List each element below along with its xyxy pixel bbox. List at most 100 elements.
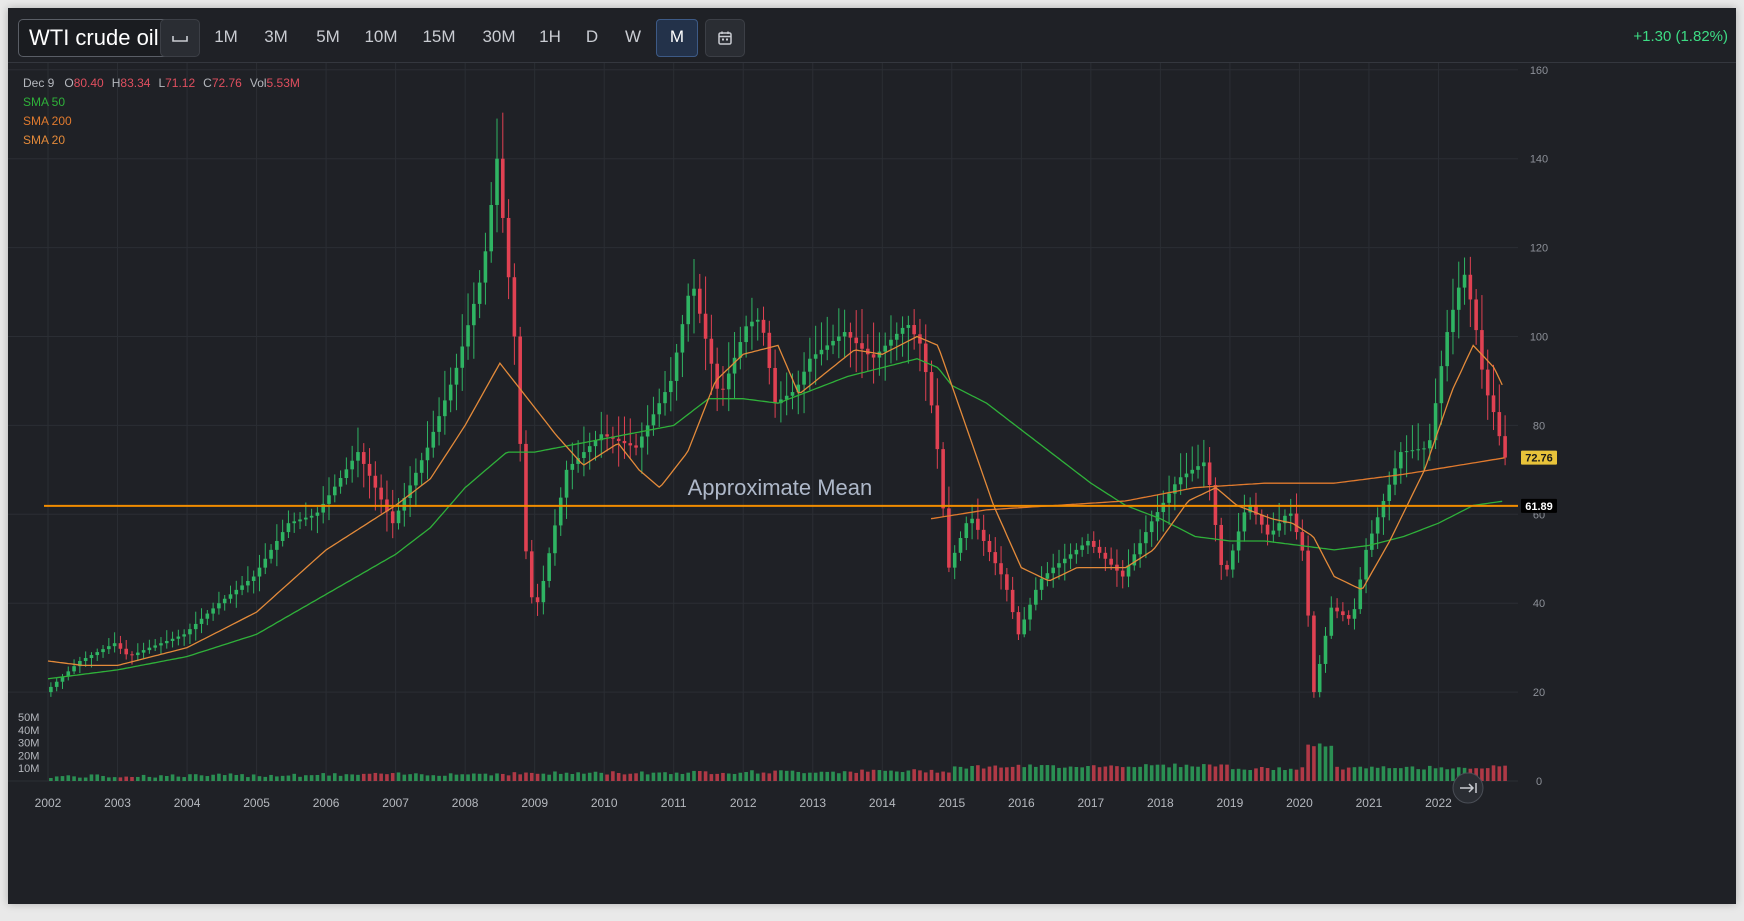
volume-bar <box>472 773 476 781</box>
legend-sma50[interactable]: SMA 50 <box>23 95 65 109</box>
volume-bar <box>512 772 517 781</box>
volume-bar <box>1016 764 1021 781</box>
volume-bar <box>304 775 308 781</box>
volume-bar <box>854 772 859 781</box>
volume-bar <box>860 769 864 781</box>
interval-1m-button[interactable]: 1M <box>206 20 246 54</box>
volume-bar <box>744 772 748 781</box>
volume-bar <box>309 775 314 781</box>
candle-body <box>976 518 980 530</box>
legend-sma20[interactable]: SMA 20 <box>23 133 65 147</box>
candle-body <box>790 392 795 396</box>
volume-bar <box>298 776 302 781</box>
candle-body <box>605 434 609 437</box>
candle-body <box>663 392 667 404</box>
candle-body <box>1138 543 1142 555</box>
interval-15m-button[interactable]: 15M <box>417 20 461 54</box>
candle-body <box>1231 550 1235 570</box>
candle-body <box>1062 558 1067 564</box>
candle-body <box>837 336 841 341</box>
volume-bar <box>1010 766 1015 781</box>
price-chart[interactable]: Approximate Mean02040608010012014016050M… <box>8 63 1736 904</box>
legend-sma200[interactable]: SMA 200 <box>23 114 72 128</box>
candle-body <box>535 597 540 603</box>
volume-bar <box>356 774 360 781</box>
interval-m-button[interactable]: M <box>656 19 698 57</box>
volume-bar <box>1149 765 1154 781</box>
candle-body <box>871 354 876 358</box>
candle-body <box>721 388 725 390</box>
volume-bar <box>999 767 1003 781</box>
legend-low: 71.12 <box>165 76 196 90</box>
candle-body <box>906 325 911 328</box>
candle-body <box>1271 530 1276 535</box>
volume-bar <box>66 775 71 781</box>
volume-bar <box>1161 764 1166 781</box>
volume-bar <box>842 771 847 781</box>
volume-bar <box>315 774 320 781</box>
x-tick-label: 2017 <box>1078 796 1105 810</box>
volume-bar <box>1138 766 1142 781</box>
candle-body <box>715 363 719 389</box>
x-tick-label: 2004 <box>174 796 201 810</box>
candle-body <box>622 440 627 444</box>
candle-body <box>923 343 928 373</box>
volume-bar <box>790 770 795 781</box>
volume-bar <box>501 773 505 781</box>
volume-bar <box>1491 765 1496 781</box>
candle-body <box>883 345 887 352</box>
candle-body <box>1184 473 1189 478</box>
interval-3m-button[interactable]: 3M <box>256 20 296 54</box>
interval-w-button[interactable]: W <box>618 20 648 54</box>
volume-bar <box>332 773 337 781</box>
volume-bar <box>715 773 719 781</box>
interval-10m-button[interactable]: 10M <box>359 20 403 54</box>
candle-body <box>732 357 737 374</box>
candle-body <box>958 538 963 553</box>
candle-body <box>889 339 893 346</box>
candle-body <box>83 658 88 661</box>
volume-bar <box>83 777 88 781</box>
interval-5m-button[interactable]: 5M <box>308 20 348 54</box>
candle-body <box>263 558 268 568</box>
range-button[interactable] <box>160 19 200 57</box>
candle-body <box>1393 468 1397 485</box>
candle-body <box>1196 466 1200 470</box>
candle-body <box>848 332 853 338</box>
volume-bar <box>1051 765 1055 781</box>
interval-d-button[interactable]: D <box>578 20 606 54</box>
calendar-button[interactable] <box>705 19 745 57</box>
candle-body <box>443 400 447 417</box>
volume-bar <box>680 773 685 781</box>
candle-body <box>234 589 239 595</box>
legend-open: 80.40 <box>73 76 104 90</box>
scroll-to-latest-button[interactable] <box>1452 772 1484 804</box>
volume-bar <box>437 775 441 781</box>
volume-bar <box>107 777 111 781</box>
volume-bar <box>170 774 175 781</box>
volume-bar <box>379 773 383 781</box>
candle-body <box>564 469 569 498</box>
candle-body <box>1485 369 1490 396</box>
candle-body <box>1358 579 1363 610</box>
volume-bar <box>130 776 134 781</box>
candle-body <box>54 681 59 687</box>
volume-bar <box>1097 767 1102 781</box>
interval-1h-button[interactable]: 1H <box>534 20 566 54</box>
candle-body <box>1317 663 1322 693</box>
candle-body <box>1503 436 1507 458</box>
volume-bar <box>987 766 992 781</box>
volume-bar <box>686 772 690 781</box>
symbol-selector[interactable]: WTI crude oil <box>18 19 170 57</box>
candle-body <box>854 337 859 344</box>
candle-body <box>947 508 951 568</box>
volume-bar <box>263 776 268 781</box>
volume-bar <box>941 771 945 781</box>
volume-bar <box>118 777 123 781</box>
candle-body <box>112 643 117 647</box>
candle-body <box>964 523 969 539</box>
interval-30m-button[interactable]: 30M <box>476 20 522 54</box>
volume-bar <box>1375 767 1380 781</box>
y-tick-label: 160 <box>1530 65 1548 77</box>
volume-bar <box>692 770 696 781</box>
